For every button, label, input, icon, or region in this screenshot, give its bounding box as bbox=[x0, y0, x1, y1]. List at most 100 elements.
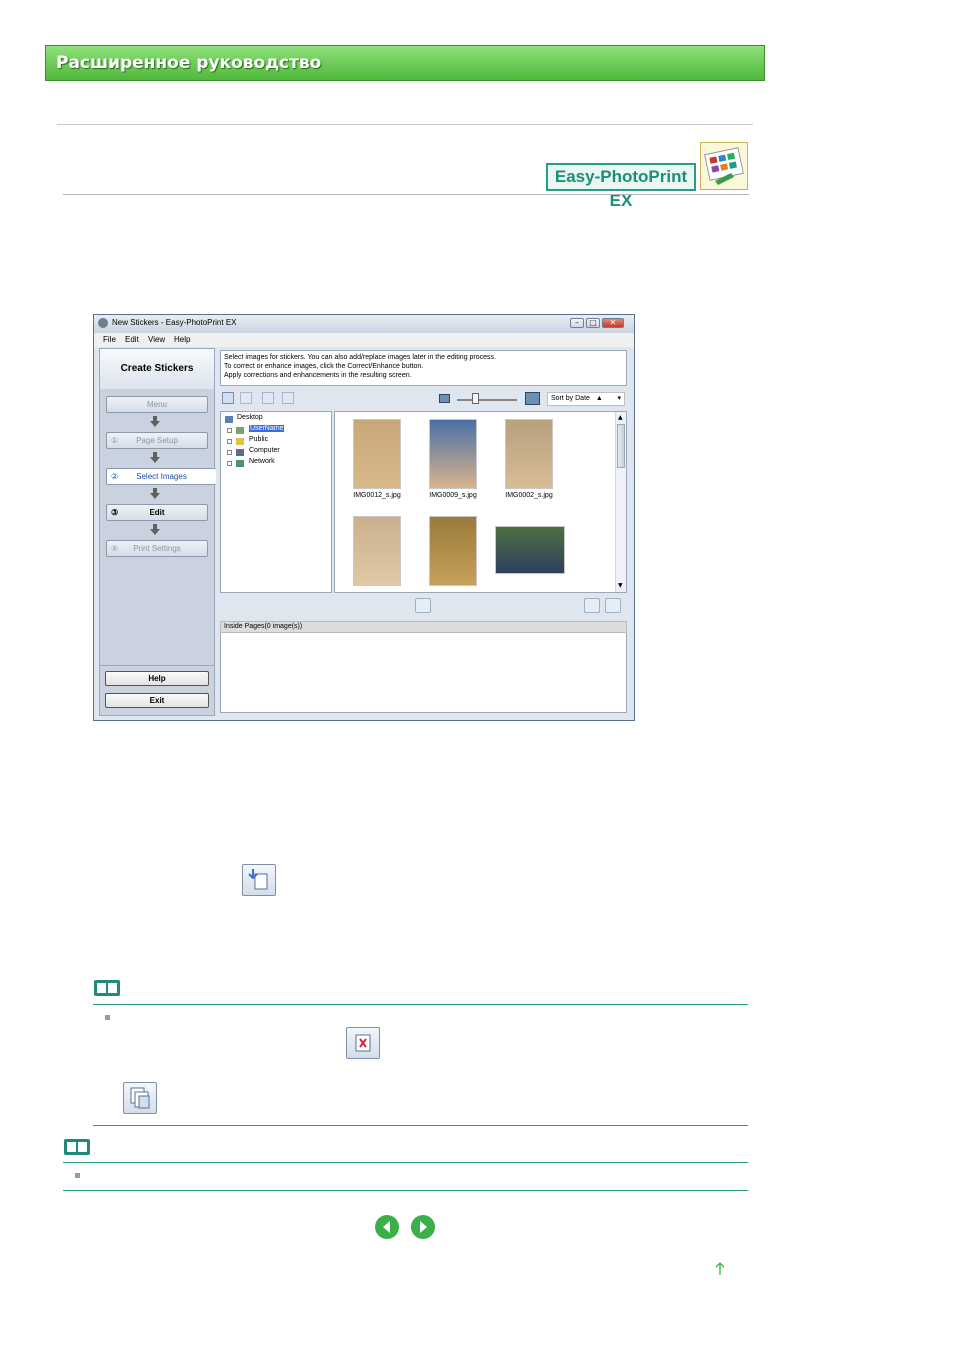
instruction-line: Select images for stickers. You can also… bbox=[224, 354, 496, 361]
thumbnail-size-slider[interactable] bbox=[457, 399, 517, 401]
window-title: New Stickers - Easy-PhotoPrint EX bbox=[112, 318, 237, 327]
arrow-down-icon bbox=[150, 524, 160, 535]
badge-divider bbox=[63, 194, 749, 195]
tree-item-username[interactable]: UserName bbox=[249, 425, 285, 432]
thumbnail-area: IMG0012_s.jpg IMG0009_s.jpg IMG0002_s.jp… bbox=[334, 411, 627, 593]
instructions-box: Select images for stickers. You can also… bbox=[220, 350, 627, 386]
thumbnail-label: IMG0012_s.jpg bbox=[353, 492, 401, 499]
step-number: ② bbox=[111, 472, 119, 481]
thumbnail-image[interactable] bbox=[353, 516, 401, 586]
note-book-icon bbox=[63, 1137, 91, 1157]
previous-page-button[interactable] bbox=[375, 1215, 399, 1239]
note-end-divider bbox=[63, 1190, 748, 1191]
close-button[interactable]: ✕ bbox=[602, 318, 624, 328]
nav-page-setup-button[interactable]: ① Page Setup bbox=[106, 432, 208, 449]
product-badge: Easy-PhotoPrint EX bbox=[546, 163, 696, 210]
folder-tree: Desktop UserName Public Computer Network bbox=[220, 411, 332, 593]
step-number: ① bbox=[111, 436, 119, 445]
panel-divider bbox=[100, 665, 214, 666]
instruction-line: Apply corrections and enhancements in th… bbox=[224, 372, 412, 379]
note-divider bbox=[93, 1004, 748, 1005]
scrollbar-thumb[interactable] bbox=[617, 424, 625, 468]
menu-file[interactable]: File bbox=[103, 335, 116, 344]
remove-all-button[interactable] bbox=[605, 598, 621, 613]
header-banner: Расширенное руководство bbox=[45, 45, 765, 81]
tree-item-computer[interactable]: Computer bbox=[249, 447, 280, 454]
network-icon bbox=[236, 460, 244, 467]
computer-icon bbox=[236, 449, 244, 456]
step-number: ④ bbox=[111, 544, 119, 553]
help-button[interactable]: Help bbox=[105, 671, 209, 686]
remove-image-button[interactable] bbox=[584, 598, 600, 613]
chevron-down-icon[interactable]: ▾ bbox=[617, 393, 621, 405]
sort-label: Sort by Date bbox=[551, 395, 590, 402]
add-image-button[interactable] bbox=[415, 598, 431, 613]
app-icon bbox=[98, 318, 108, 328]
menu-help[interactable]: Help bbox=[174, 335, 190, 344]
bullet bbox=[105, 1015, 110, 1020]
menu-bar: File Edit View Help bbox=[94, 333, 634, 347]
arrow-down-icon bbox=[150, 488, 160, 499]
sort-direction-icon[interactable]: ▲ bbox=[596, 395, 603, 402]
nav-menu-label: Menu bbox=[146, 400, 167, 409]
bullet bbox=[75, 1173, 80, 1178]
tree-item-public[interactable]: Public bbox=[249, 436, 268, 443]
large-thumbnail-icon bbox=[525, 392, 540, 405]
tree-item-desktop[interactable]: Desktop bbox=[237, 414, 263, 421]
left-nav-panel: Create Stickers Menu ① Page Setup ② Sele… bbox=[99, 348, 216, 716]
maximize-button[interactable]: □ bbox=[586, 318, 600, 328]
note-end-divider bbox=[93, 1125, 748, 1126]
next-page-button[interactable] bbox=[411, 1215, 435, 1239]
menu-edit[interactable]: Edit bbox=[125, 335, 139, 344]
thumbnail-label: IMG0009_s.jpg bbox=[429, 492, 477, 499]
nav-select-images-button[interactable]: ② Select Images bbox=[106, 468, 216, 485]
deselect-all-icon[interactable] bbox=[240, 392, 252, 404]
nav-select-images-label: Select Images bbox=[136, 472, 187, 481]
minimize-button[interactable]: – bbox=[570, 318, 584, 328]
exit-button[interactable]: Exit bbox=[105, 693, 209, 708]
nav-print-settings-button[interactable]: ④ Print Settings bbox=[106, 540, 208, 557]
desktop-icon bbox=[225, 416, 233, 423]
image-toolbar: Sort by Date ▲ ▾ bbox=[220, 391, 627, 409]
thumbnail-image[interactable] bbox=[353, 419, 401, 489]
tree-item-network[interactable]: Network bbox=[249, 458, 275, 465]
remove-all-icon bbox=[123, 1082, 157, 1114]
inside-pages-header: Inside Pages(0 image(s)) bbox=[220, 621, 627, 633]
expand-icon[interactable] bbox=[227, 439, 232, 444]
expand-icon[interactable] bbox=[227, 450, 232, 455]
thumbnail-image[interactable] bbox=[429, 516, 477, 586]
nav-edit-label: Edit bbox=[149, 508, 165, 517]
expand-icon[interactable] bbox=[227, 428, 232, 433]
nav-print-settings-label: Print Settings bbox=[133, 544, 181, 553]
scroll-up-icon[interactable]: ▲ bbox=[618, 414, 623, 421]
menu-view[interactable]: View bbox=[148, 335, 165, 344]
thumbnail-image[interactable] bbox=[495, 526, 565, 574]
slider-thumb[interactable] bbox=[472, 393, 479, 404]
nav-edit-button[interactable]: ③ Edit bbox=[106, 504, 208, 521]
thumbnail-scrollbar[interactable]: ▲ ▼ bbox=[615, 412, 626, 592]
nav-menu-button[interactable]: Menu bbox=[106, 396, 208, 413]
back-to-top-icon[interactable] bbox=[714, 1262, 726, 1276]
expand-icon[interactable] bbox=[227, 461, 232, 466]
arrow-down-icon bbox=[150, 416, 160, 427]
arrow-down-icon bbox=[150, 452, 160, 463]
thumbnail-image[interactable] bbox=[429, 419, 477, 489]
add-image-button bbox=[242, 864, 276, 896]
scroll-down-icon[interactable]: ▼ bbox=[618, 582, 623, 589]
sort-dropdown[interactable]: Sort by Date ▲ ▾ bbox=[547, 392, 625, 406]
remove-image-icon bbox=[346, 1027, 380, 1059]
panel-title: Create Stickers bbox=[100, 349, 214, 389]
user-folder-icon bbox=[236, 427, 244, 434]
correct-enhance-icon[interactable] bbox=[262, 392, 274, 404]
product-photo-icon bbox=[700, 142, 748, 190]
nav-page-setup-label: Page Setup bbox=[136, 436, 178, 445]
note-book-icon bbox=[93, 978, 121, 998]
folder-icon bbox=[236, 438, 244, 445]
small-thumbnail-icon bbox=[439, 394, 450, 403]
title-bar: New Stickers - Easy-PhotoPrint EX – □ ✕ bbox=[94, 315, 634, 333]
select-all-icon[interactable] bbox=[222, 392, 234, 404]
image-info-icon[interactable] bbox=[282, 392, 294, 404]
inside-pages-area[interactable] bbox=[220, 633, 627, 713]
thumbnail-image[interactable] bbox=[505, 419, 553, 489]
top-divider bbox=[57, 124, 753, 125]
